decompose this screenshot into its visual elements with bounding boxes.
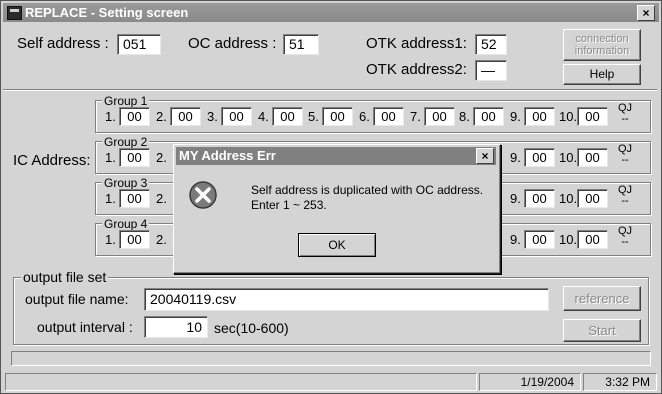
g1-slot10-field[interactable]: 00	[577, 107, 608, 126]
status-date: 1/19/2004	[479, 373, 581, 391]
otk-address2-label: OTK address2:	[366, 61, 467, 78]
g1-slot5-field[interactable]: 00	[322, 107, 353, 126]
g4-qj-dash: --	[621, 236, 629, 248]
title-bar[interactable]: REPLACE - Setting screen ×	[3, 3, 659, 22]
app-icon	[7, 6, 22, 20]
g3-slot1-num: 1.	[105, 191, 116, 206]
g3-slot10-num: 10.	[559, 191, 578, 206]
g2-slot9-field[interactable]: 00	[524, 148, 555, 167]
g2-qj: QJ --	[618, 144, 632, 166]
g3-slot1-field[interactable]: 00	[119, 189, 150, 208]
g1-slot5-num: 5.	[308, 109, 319, 124]
connection-information-line1: connection	[575, 33, 629, 45]
output-file-name-label: output file name:	[25, 291, 129, 307]
dialog-ok-button[interactable]: OK	[298, 233, 376, 257]
output-interval-field[interactable]: 10	[144, 316, 208, 338]
g1-slot10-num: 10.	[559, 109, 578, 124]
header-divider	[3, 89, 657, 91]
g1-qj-dash: --	[621, 113, 629, 125]
g1-slot6-field[interactable]: 00	[373, 107, 404, 126]
progress-bar	[11, 351, 651, 366]
start-button[interactable]: Start	[563, 319, 641, 342]
g1-slot3-num: 3.	[207, 109, 218, 124]
dialog-close-button[interactable]: ×	[476, 148, 494, 164]
g2-qj-dash: --	[621, 154, 629, 166]
g1-slot7-field[interactable]: 00	[424, 107, 455, 126]
g1-slot1-field[interactable]: 00	[119, 107, 150, 126]
g2-slot9-num: 9.	[510, 150, 521, 165]
g4-slot10-num: 10.	[559, 232, 578, 247]
g1-slot2-num: 2.	[156, 109, 167, 124]
output-interval-unit: sec(10-600)	[214, 320, 289, 336]
g1-slot9-field[interactable]: 00	[524, 107, 555, 126]
connection-information-button[interactable]: connection information	[563, 29, 641, 61]
output-file-set-label: output file set	[21, 269, 109, 285]
group-2-label: Group 2	[102, 135, 150, 149]
otk-address2-field[interactable]: —	[475, 60, 507, 81]
g1-slot3-field[interactable]: 00	[221, 107, 252, 126]
g1-slot4-field[interactable]: 00	[272, 107, 303, 126]
otk-address1-field[interactable]: 52	[475, 34, 507, 55]
g1-slot9-num: 9.	[510, 109, 521, 124]
g1-slot6-num: 6.	[359, 109, 370, 124]
output-file-name-field[interactable]: 20040119.csv	[144, 288, 549, 311]
g1-slot2-field[interactable]: 00	[170, 107, 201, 126]
self-address-label: Self address :	[17, 35, 109, 52]
g3-qj: QJ --	[618, 185, 632, 207]
group-1-label: Group 1	[102, 94, 150, 108]
g4-slot2-num: 2.	[156, 232, 167, 247]
connection-information-line2: information	[574, 45, 630, 57]
oc-address-field[interactable]: 51	[283, 34, 319, 55]
dialog-message-line1: Self address is duplicated with OC addre…	[251, 183, 484, 197]
dialog-title: MY Address Err	[179, 148, 276, 163]
status-time: 3:32 PM	[583, 373, 657, 391]
dialog-title-bar[interactable]: MY Address Err ×	[176, 147, 496, 165]
g1-slot4-num: 4.	[258, 109, 269, 124]
g4-slot1-field[interactable]: 00	[119, 230, 150, 249]
g4-slot1-num: 1.	[105, 232, 116, 247]
g2-slot10-field[interactable]: 00	[577, 148, 608, 167]
g4-slot10-field[interactable]: 00	[577, 230, 608, 249]
g4-qj: QJ --	[618, 226, 632, 248]
g3-slot10-field[interactable]: 00	[577, 189, 608, 208]
g2-slot10-num: 10.	[559, 150, 578, 165]
g4-slot9-field[interactable]: 00	[524, 230, 555, 249]
g1-slot8-num: 8.	[459, 109, 470, 124]
ic-address-label: IC Address:	[13, 152, 91, 169]
g4-slot9-num: 9.	[510, 232, 521, 247]
error-icon	[189, 181, 217, 209]
g2-slot1-num: 1.	[105, 150, 116, 165]
g1-slot8-field[interactable]: 00	[473, 107, 504, 126]
g3-slot2-num: 2.	[156, 191, 167, 206]
g3-slot9-num: 9.	[510, 191, 521, 206]
self-address-field[interactable]: 051	[117, 34, 161, 55]
g2-slot1-field[interactable]: 00	[119, 148, 150, 167]
oc-address-label: OC address :	[188, 35, 277, 52]
g3-slot9-field[interactable]: 00	[524, 189, 555, 208]
help-button[interactable]: Help	[563, 64, 641, 85]
dialog-message-line2: Enter 1 ~ 253.	[251, 198, 327, 212]
g2-slot2-num: 2.	[156, 150, 167, 165]
output-interval-label: output interval :	[37, 319, 133, 335]
reference-button[interactable]: reference	[563, 286, 641, 311]
g1-slot1-num: 1.	[105, 109, 116, 124]
g3-qj-dash: --	[621, 195, 629, 207]
window-close-button[interactable]: ×	[637, 5, 655, 21]
group-3-label: Group 3	[102, 176, 150, 190]
group-4-label: Group 4	[102, 217, 150, 231]
window-title: REPLACE - Setting screen	[25, 5, 189, 20]
status-message-cell	[5, 373, 477, 391]
main-window: REPLACE - Setting screen × Self address …	[0, 0, 662, 394]
g1-qj: QJ --	[618, 103, 632, 125]
g1-slot7-num: 7.	[410, 109, 421, 124]
otk-address1-label: OTK address1:	[366, 35, 467, 52]
address-error-dialog: MY Address Err × Self address is duplica…	[173, 144, 501, 274]
